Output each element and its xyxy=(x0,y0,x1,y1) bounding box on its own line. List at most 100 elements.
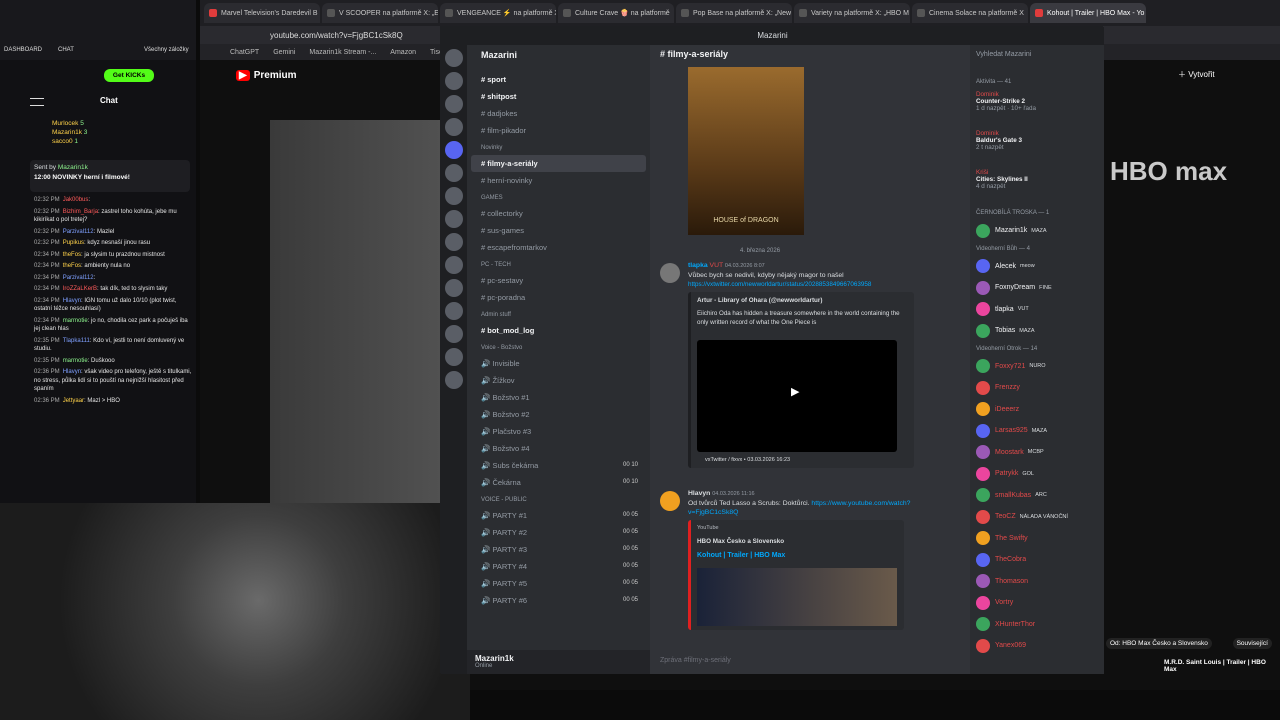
server-icon[interactable] xyxy=(445,233,463,251)
message-user[interactable]: theFos xyxy=(63,252,81,258)
server-icon[interactable] xyxy=(445,279,463,297)
voice-channel[interactable]: 🔊 Čekárna 00 10 xyxy=(471,474,646,491)
text-channel[interactable]: # escapefromtarkov xyxy=(471,239,646,256)
server-icon[interactable] xyxy=(445,49,463,67)
server-icon[interactable] xyxy=(445,256,463,274)
text-channel[interactable]: # dadjokes xyxy=(471,105,646,122)
browser-tab[interactable]: Marvel Television's Daredevil B xyxy=(204,3,320,23)
member-row[interactable]: Mazarin1k MAZA xyxy=(970,220,1104,242)
message-user[interactable]: Hlavyn xyxy=(63,298,81,304)
server-icon[interactable] xyxy=(445,210,463,228)
message-user[interactable]: theFos xyxy=(63,263,81,269)
voice-channel[interactable]: 🔊 Božstvo #2 xyxy=(471,406,646,423)
channel-category[interactable]: PC - TECH xyxy=(471,256,646,272)
gifter-name[interactable]: Mazarin1k xyxy=(52,129,82,136)
voice-channel[interactable]: 🔊 PARTY #5 00 05 xyxy=(471,575,646,592)
member-row[interactable]: tlapka VUT xyxy=(970,299,1104,321)
all-bookmarks[interactable]: Všechny záložky xyxy=(144,47,189,53)
play-icon[interactable]: ▶ xyxy=(791,387,799,398)
server-icon[interactable] xyxy=(445,95,463,113)
member-row[interactable]: Thomason xyxy=(970,571,1104,593)
member-row[interactable]: smallKubas ARC xyxy=(970,485,1104,507)
message-user[interactable]: Jettyaar xyxy=(63,398,84,404)
server-icon[interactable] xyxy=(445,164,463,182)
text-channel[interactable]: # pc-sestavy xyxy=(471,272,646,289)
text-channel[interactable]: # bot_mod_log xyxy=(471,322,646,339)
dashboard-tab[interactable]: DASHBOARD xyxy=(4,47,42,53)
voice-channel[interactable]: 🔊 Subs čekárna 00 10 xyxy=(471,457,646,474)
related-chip[interactable]: Související xyxy=(1232,638,1272,649)
voice-channel[interactable]: 🔊 Božstvo #4 xyxy=(471,440,646,457)
channel-chip[interactable]: Od: HBO Max Česko a Slovensko xyxy=(1106,638,1212,649)
text-channel[interactable]: # filmy-a-seriály xyxy=(471,155,646,172)
message-user[interactable]: Jak00bus xyxy=(63,197,89,203)
server-icon[interactable] xyxy=(445,371,463,389)
server-icon[interactable] xyxy=(445,187,463,205)
text-channel[interactable]: # herní-novinky xyxy=(471,172,646,189)
voice-channel[interactable]: 🔊 PARTY #1 00 05 xyxy=(471,507,646,524)
member-row[interactable]: Foxxy721 NURO xyxy=(970,356,1104,378)
message-user[interactable]: Parzival112 xyxy=(63,229,94,235)
member-row[interactable]: Frenzzy xyxy=(970,377,1104,399)
text-channel[interactable]: # pc-poradna xyxy=(471,289,646,306)
browser-tab[interactable]: V SCOOPER na platformě X: „Er xyxy=(322,3,438,23)
message-user[interactable]: Pupikus xyxy=(63,240,84,246)
voice-channel[interactable]: 🔊 PARTY #4 00 05 xyxy=(471,558,646,575)
member-row[interactable]: Tobias MAZA xyxy=(970,320,1104,342)
gifter-name[interactable]: Murlocek xyxy=(52,120,78,127)
menu-icon[interactable] xyxy=(30,98,44,106)
member-row[interactable]: TheCobra xyxy=(970,549,1104,571)
message-user[interactable]: marmotie xyxy=(63,358,88,364)
message-user[interactable]: IroZZaLKerB xyxy=(63,286,97,292)
avatar[interactable] xyxy=(660,491,680,511)
embedded-thumbnail[interactable] xyxy=(697,568,897,626)
channel-category[interactable]: VOICE - PUBLIC xyxy=(471,491,646,507)
voice-channel[interactable]: 🔊 PARTY #6 00 05 xyxy=(471,592,646,609)
pinned-message[interactable]: Sent by Mazarin1k 12:00 NOVINKY herní i … xyxy=(30,160,190,192)
server-icon[interactable] xyxy=(445,325,463,343)
message-input[interactable]: Zpráva #filmy-a-seriály xyxy=(660,657,960,671)
text-channel[interactable]: # collectorky xyxy=(471,205,646,222)
create-button[interactable]: ＋ Vytvořit xyxy=(1178,69,1215,80)
server-icon[interactable] xyxy=(445,348,463,366)
voice-channel[interactable]: 🔊 Invisible xyxy=(471,355,646,372)
channel-category[interactable]: Admin stuff xyxy=(471,306,646,322)
avatar[interactable] xyxy=(660,263,680,283)
bookmark-item[interactable]: ChatGPT xyxy=(230,49,259,56)
member-row[interactable]: Alecek meow xyxy=(970,256,1104,278)
chat-tab[interactable]: CHAT xyxy=(58,47,74,53)
channel-category[interactable]: Novinky xyxy=(471,139,646,155)
member-row[interactable]: Larsas925 MAZA xyxy=(970,420,1104,442)
member-row[interactable]: TeoCZ NÁLADA VÁNOČNÍ xyxy=(970,506,1104,528)
browser-tab[interactable]: Variety na platformě X: „HBO M xyxy=(794,3,910,23)
member-row[interactable]: iDeeerz xyxy=(970,399,1104,421)
poster-image[interactable]: HOUSE of DRAGON xyxy=(688,67,804,235)
text-channel[interactable]: # sus-games xyxy=(471,222,646,239)
voice-channel[interactable]: 🔊 Žížkov xyxy=(471,372,646,389)
browser-tab[interactable]: Culture Crave 🍿 na platformě xyxy=(558,3,674,23)
message-user[interactable]: Parzival112 xyxy=(63,275,94,281)
gifter-name[interactable]: sacco0 xyxy=(52,138,73,145)
server-name[interactable]: Mazarini xyxy=(481,50,517,60)
search-input[interactable]: Vyhledat Mazarini xyxy=(976,51,1086,63)
youtube-logo[interactable]: ▶ Premium xyxy=(236,70,297,81)
member-row[interactable]: Moostark MCBP xyxy=(970,442,1104,464)
get-kicks-button[interactable]: Get KICKs xyxy=(104,69,154,82)
browser-tab[interactable]: Pop Base na platformě X: „New xyxy=(676,3,792,23)
embedded-video[interactable]: ▶ xyxy=(697,340,897,452)
member-row[interactable]: Patrykk GOL xyxy=(970,463,1104,485)
member-row[interactable]: Vortry xyxy=(970,592,1104,614)
activity-card[interactable]: Dominik Counter-Strike 21 d nazpět · 10+ … xyxy=(970,89,1104,128)
browser-tab[interactable]: Kohout | Trailer | HBO Max - Yo xyxy=(1030,3,1146,23)
bookmark-item[interactable]: Amazon xyxy=(390,49,416,56)
message-user[interactable]: Tlapka111 xyxy=(63,338,90,344)
text-channel[interactable]: # film-pikador xyxy=(471,122,646,139)
browser-tab[interactable]: VENGEANCE ⚡ na platformě X xyxy=(440,3,556,23)
up-next-title[interactable]: M.R.D. Saint Louis | Trailer | HBO Max xyxy=(1164,659,1274,673)
server-icon[interactable] xyxy=(445,118,463,136)
activity-card[interactable]: Kriši Cities: Skylines II 4 d nazpět xyxy=(970,167,1104,206)
voice-channel[interactable]: 🔊 Božstvo #1 xyxy=(471,389,646,406)
server-icon[interactable] xyxy=(445,72,463,90)
message-user[interactable]: Hlavyn xyxy=(63,369,81,375)
voice-channel[interactable]: 🔊 Plačstvo #3 xyxy=(471,423,646,440)
